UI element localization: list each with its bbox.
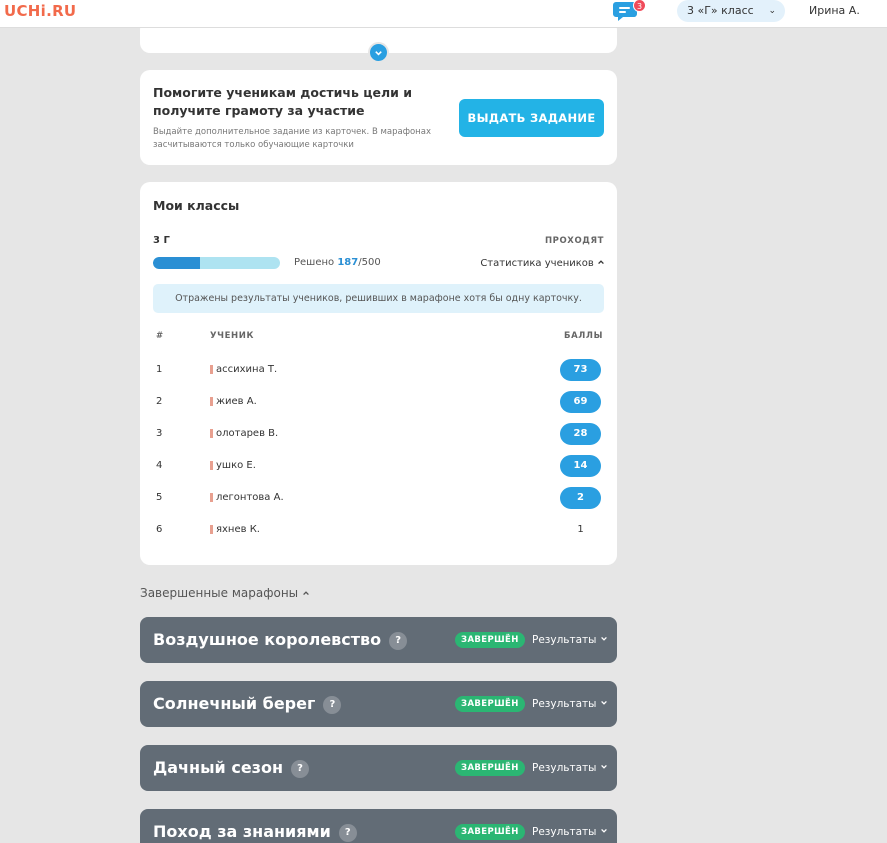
column-score: БАЛЛЫ — [564, 331, 603, 341]
my-classes-card: Мои классы 3 Г ПРОХОДЯТ Решено 187/500 С… — [140, 182, 617, 565]
row-index: 5 — [156, 492, 163, 503]
help-icon[interactable]: ? — [291, 760, 310, 778]
logo[interactable]: UCHi.RU — [4, 2, 76, 20]
marathon-title: Дачный сезон? — [153, 745, 310, 791]
info-box: Отражены результаты учеников, решивших в… — [153, 284, 604, 313]
solved-prefix: Решено — [294, 257, 335, 268]
expand-button[interactable] — [368, 42, 389, 63]
student-name: яхнев К. — [210, 518, 260, 542]
completed-badge: ЗАВЕРШЁН — [455, 696, 525, 712]
help-description: Выдайте дополнительное задание из карточ… — [153, 127, 431, 150]
marathon-card[interactable]: Поход за знаниями? ЗАВЕРШЁН Результаты — [140, 809, 617, 843]
student-name: легонтова А. — [210, 486, 284, 510]
column-student: УЧЕНИК — [210, 331, 255, 341]
top-bar: UCHi.RU 3 3 «Г» класс ⌄ Ирина А. — [0, 0, 887, 28]
chevron-down-icon — [600, 700, 607, 705]
chevron-down-icon — [600, 764, 607, 769]
student-name: ушко Е. — [210, 454, 256, 478]
table-row: 4 ушко Е. 14 — [140, 454, 617, 486]
marathon-card[interactable]: Дачный сезон? ЗАВЕРШЁН Результаты — [140, 745, 617, 791]
completed-badge: ЗАВЕРШЁН — [455, 760, 525, 776]
solved-value: 187 — [337, 257, 359, 268]
row-index: 3 — [156, 428, 163, 439]
table-row: 6 яхнев К. 1 — [140, 518, 617, 550]
student-name: олотарев В. — [210, 422, 278, 446]
marathon-card[interactable]: Воздушное королевство? ЗАВЕРШЁН Результа… — [140, 617, 617, 663]
table-row: 1 ассихина Т. 73 — [140, 358, 617, 390]
help-title: Помогите ученикам достичь цели и получит… — [153, 85, 413, 118]
table-row: 3 олотарев В. 28 — [140, 422, 617, 454]
score-value: 1 — [577, 524, 584, 535]
chevron-down-icon: ⌄ — [768, 6, 776, 16]
class-select[interactable]: 3 «Г» класс ⌄ — [677, 0, 785, 22]
results-dropdown[interactable]: Результаты — [532, 809, 608, 843]
help-card: Помогите ученикам достичь цели и получит… — [140, 70, 617, 165]
help-icon[interactable]: ? — [338, 824, 357, 842]
assign-task-button[interactable]: ВЫДАТЬ ЗАДАНИЕ — [459, 99, 604, 137]
row-index: 4 — [156, 460, 163, 471]
solved-count: Решено 187/500 — [294, 257, 381, 268]
row-index: 2 — [156, 396, 163, 407]
score-badge: 69 — [560, 391, 601, 413]
marathon-card[interactable]: Солнечный берег? ЗАВЕРШЁН Результаты — [140, 681, 617, 727]
completed-badge: ЗАВЕРШЁН — [455, 632, 525, 648]
student-name: жиев А. — [210, 390, 257, 414]
chevron-down-icon — [600, 828, 607, 833]
results-dropdown[interactable]: Результаты — [532, 681, 608, 727]
marathon-title: Солнечный берег? — [153, 681, 342, 727]
results-dropdown[interactable]: Результаты — [532, 617, 608, 663]
completed-badge: ЗАВЕРШЁН — [455, 824, 525, 840]
solved-total: /500 — [358, 257, 381, 268]
help-icon[interactable]: ? — [323, 696, 342, 714]
user-menu[interactable]: Ирина А. — [809, 4, 860, 17]
user-name: Ирина А. — [809, 4, 860, 17]
score-badge: 73 — [560, 359, 601, 381]
progress-fill — [153, 257, 201, 269]
chevron-down-icon — [600, 636, 607, 641]
table-row: 2 жиев А. 69 — [140, 390, 617, 422]
column-index: # — [156, 331, 164, 341]
score-badge: 28 — [560, 423, 601, 445]
chevron-up-icon — [303, 591, 309, 596]
completed-title: Завершенные марафоны — [140, 586, 299, 600]
class-name: 3 Г — [153, 235, 170, 246]
help-icon[interactable]: ? — [389, 632, 408, 650]
marathon-title: Воздушное королевство? — [153, 617, 408, 663]
status-label: ПРОХОДЯТ — [544, 236, 604, 246]
row-index: 6 — [156, 524, 163, 535]
score-badge: 14 — [560, 455, 601, 477]
class-select-label: 3 «Г» класс — [687, 4, 754, 17]
marathon-title: Поход за знаниями? — [153, 809, 357, 843]
classes-title: Мои классы — [153, 198, 240, 213]
student-name: ассихина Т. — [210, 358, 277, 382]
chevron-up-icon — [598, 260, 604, 265]
chevron-down-icon — [375, 51, 382, 56]
table-row: 5 легонтова А. 2 — [140, 486, 617, 518]
score-badge: 2 — [560, 487, 601, 509]
results-dropdown[interactable]: Результаты — [532, 745, 608, 791]
stats-link-label: Статистика учеников — [480, 258, 594, 269]
progress-bar — [153, 257, 280, 269]
chat-badge: 3 — [633, 0, 646, 12]
completed-marathons-toggle[interactable]: Завершенные марафоны — [140, 586, 310, 600]
row-index: 1 — [156, 364, 163, 375]
students-stats-link[interactable]: Статистика учеников — [480, 258, 605, 269]
